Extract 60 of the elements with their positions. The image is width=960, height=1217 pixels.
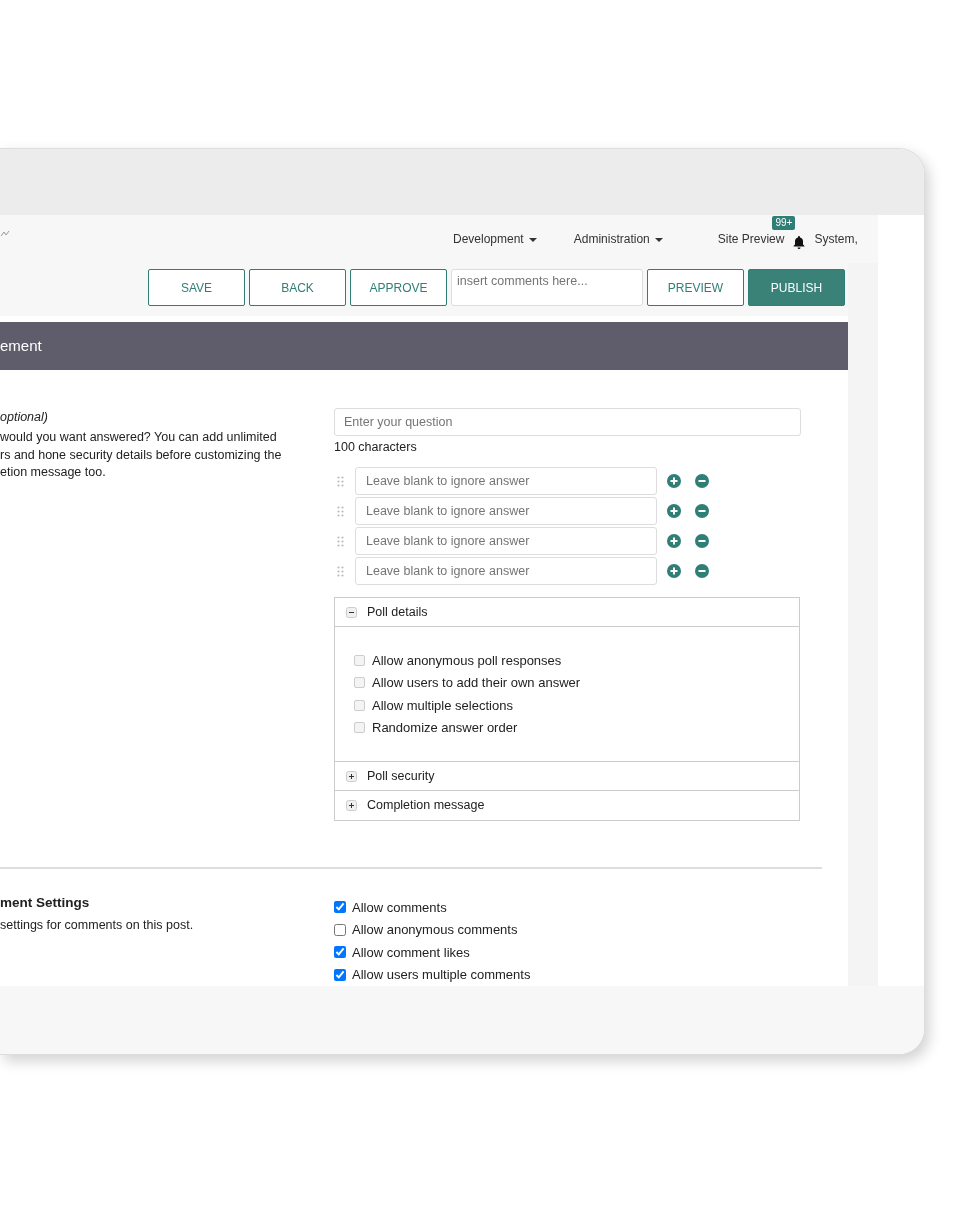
checkbox-label: Allow comment likes [352,943,470,962]
checkbox-label: Allow anonymous comments [352,921,518,939]
field-label: optional) [0,409,49,427]
panel-title[interactable]: Poll security [367,766,435,786]
character-count: 100 characters [334,439,418,457]
drag-handle-icon[interactable] [337,505,344,517]
checkbox-label: Randomize answer order [372,719,518,737]
caret-icon [528,237,537,242]
expand-icon[interactable] [346,800,357,811]
checkbox[interactable] [334,923,346,936]
caret-icon [654,237,663,242]
section-title: ement [0,335,42,356]
section-heading: ment Settings [0,894,91,912]
checkbox-label: Allow comments [352,898,447,917]
checkbox[interactable] [354,677,365,689]
checkbox[interactable] [334,901,346,914]
checkbox-label: Allow users to add their own answer [372,674,581,692]
comment-field[interactable]: insert comments here... [451,269,643,306]
add-icon[interactable] [667,534,681,548]
help-text: settings for comments on this post. [0,917,195,935]
answer-field[interactable]: Leave blank to ignore answer [355,557,657,585]
checkbox-label: Allow anonymous poll responses [372,651,562,670]
publish-button[interactable]: PUBLISH [748,269,845,306]
checkbox[interactable] [354,654,365,666]
drag-handle-icon[interactable] [337,535,344,547]
checkbox[interactable] [334,946,346,959]
action-button[interactable]: SAVE [148,269,245,306]
panel-title[interactable]: Poll details [367,602,428,622]
add-icon[interactable] [667,474,681,488]
site-preview-link[interactable]: Site Preview [717,230,785,248]
remove-icon[interactable] [695,534,709,548]
help-text: would you want answered? You can add unlimited rs and hone security details before customizing the etion message too. [0,429,283,481]
checkbox-label: Allow multiple selections [372,696,513,715]
collapse-icon[interactable] [346,606,357,618]
drag-handle-icon[interactable] [337,475,344,487]
add-icon[interactable] [667,564,681,578]
remove-icon[interactable] [695,504,709,518]
question-field[interactable]: Enter your question [334,408,801,437]
checkbox-label: Allow users multiple comments [352,966,531,984]
action-button[interactable]: APPROVE [350,269,447,306]
bell-icon[interactable] [792,234,807,249]
checkbox[interactable] [334,968,346,981]
panel-title[interactable]: Completion message [367,796,485,815]
user-menu-link[interactable]: System, [814,230,858,248]
expand-icon[interactable] [346,770,357,782]
answer-field[interactable]: Leave blank to ignore answer [355,467,657,495]
drag-handle-icon[interactable] [337,565,344,577]
checkbox[interactable] [354,722,365,734]
dropdown-menu-link[interactable]: Administration [573,230,663,248]
logo-icon [0,230,10,238]
checkbox[interactable] [354,699,365,711]
remove-icon[interactable] [695,564,709,578]
action-button[interactable]: PREVIEW [647,269,744,306]
action-button[interactable]: BACK [249,269,346,306]
remove-icon[interactable] [695,474,709,488]
dropdown-menu-link[interactable]: Development [453,230,537,248]
notification-badge: 99+ [772,216,796,230]
answer-field[interactable]: Leave blank to ignore answer [355,527,657,555]
add-icon[interactable] [667,504,681,518]
answer-field[interactable]: Leave blank to ignore answer [355,497,657,525]
